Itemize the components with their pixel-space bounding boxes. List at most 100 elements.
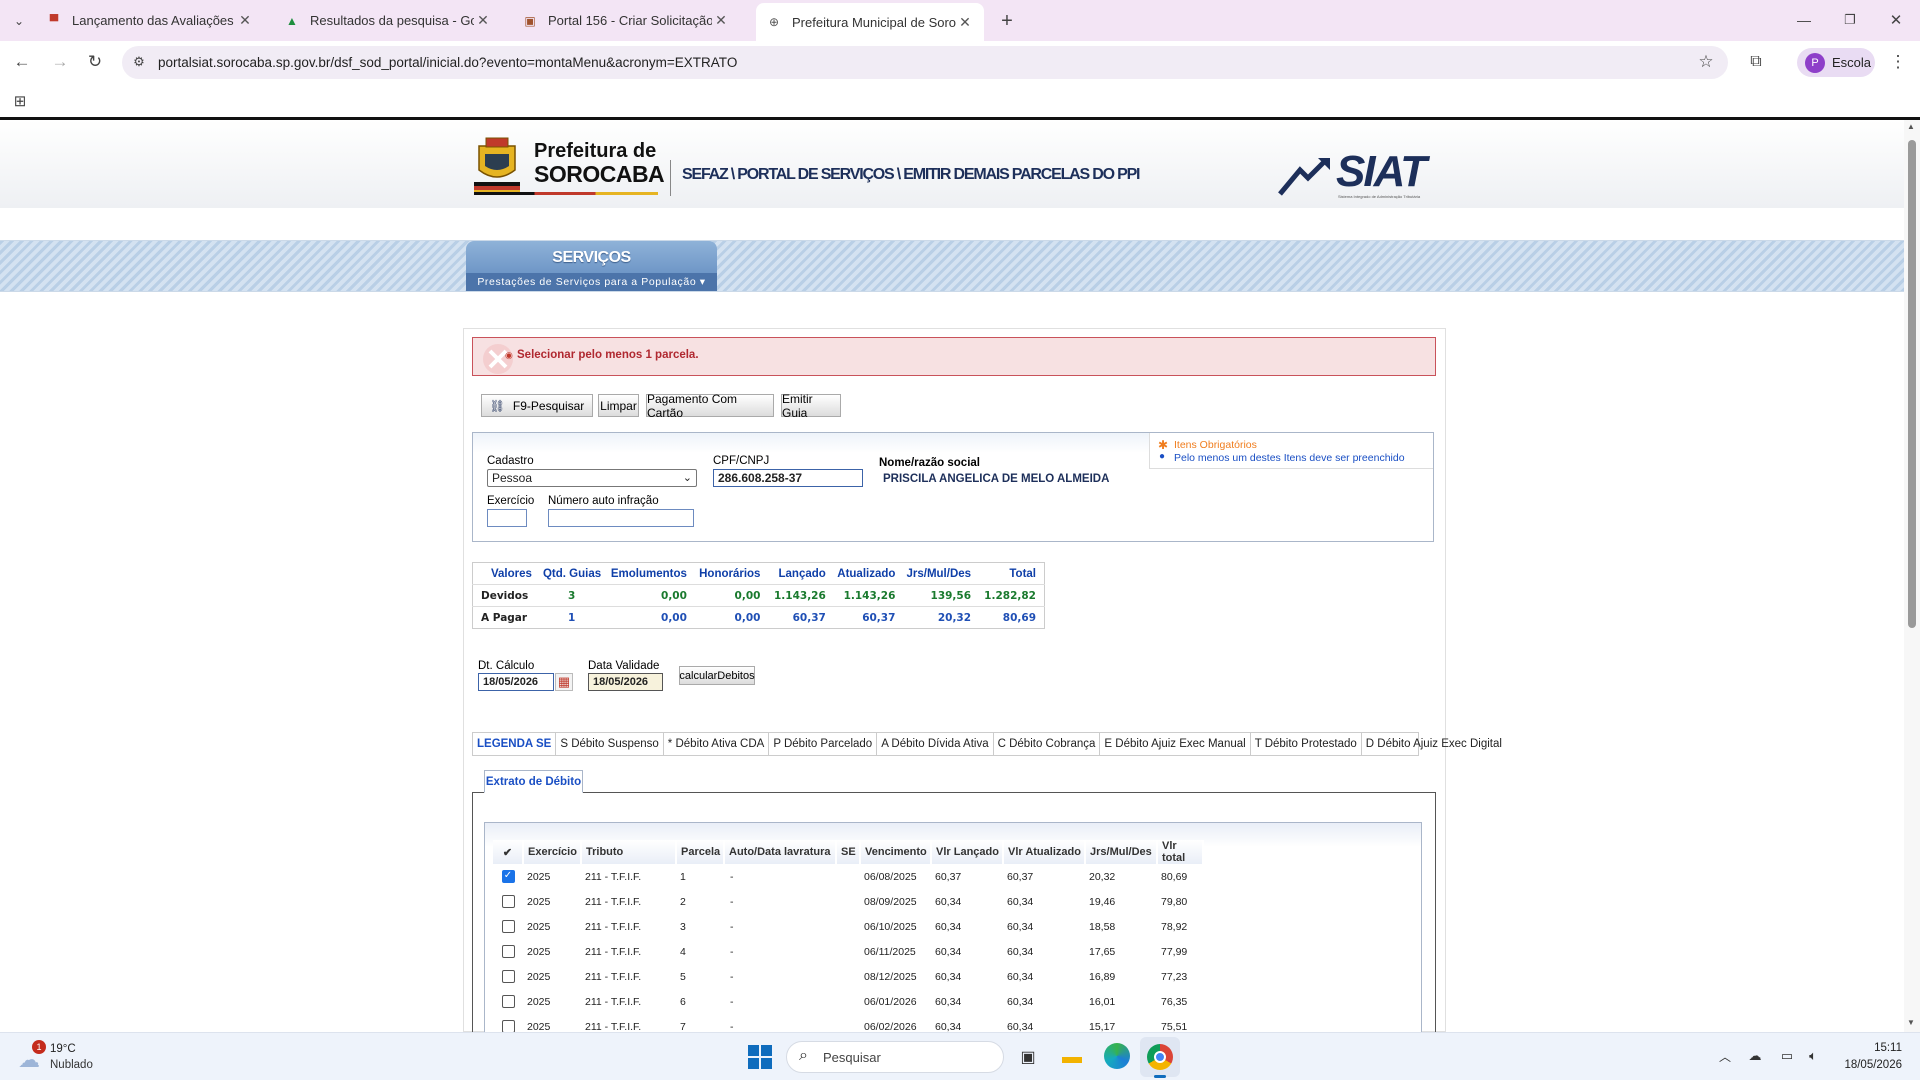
tab-extrato[interactable]: Extrato de Débito (484, 770, 583, 793)
services-menu[interactable]: SERVIÇOS Prestações de Serviços para a P… (466, 241, 717, 291)
summary-cell: 1.143,26 (843, 589, 896, 602)
menu-stripe (0, 240, 1904, 292)
logo-stripe (474, 192, 658, 195)
weather-widget[interactable]: ☁ 1 19°C Nublado (16, 1040, 136, 1075)
table-cell: 3 (680, 920, 686, 933)
scroll-thumb[interactable] (1908, 140, 1916, 628)
start-icon[interactable] (748, 1045, 772, 1069)
search-button[interactable]: ⛓ F9-Pesquisar (481, 394, 593, 417)
reload-icon[interactable]: ↻ (83, 50, 107, 74)
table-row: 2025 211 - T.F.I.F. 4 - 06/11/2025 60,34 60,34… (493, 939, 1203, 964)
tab-close-icon[interactable]: ✕ (712, 12, 730, 29)
cloud-off-icon[interactable]: ☁ (1746, 1047, 1764, 1065)
row-checkbox[interactable] (501, 920, 515, 933)
page-scrollbar[interactable]: ▲ ▼ (1904, 120, 1920, 1032)
extensions-icon[interactable]: ⧉ (1744, 50, 1768, 74)
tab-close-icon[interactable]: ✕ (474, 12, 492, 29)
clear-button[interactable]: Limpar (598, 394, 639, 417)
row-select-cell (493, 964, 523, 989)
table-cell: 2025 (527, 945, 551, 958)
apps-grid-icon[interactable]: ⊞ (10, 91, 30, 111)
scroll-down-icon[interactable]: ▼ (1907, 1018, 1915, 1027)
logo-line2: SOROCABA (534, 161, 665, 187)
emit-guide-label: Emitir Guia (782, 391, 813, 420)
row-checkbox[interactable] (501, 1020, 515, 1032)
dot-icon: ● (1159, 451, 1166, 462)
search-button-label: F9-Pesquisar (512, 398, 585, 413)
tab-close-icon[interactable]: ✕ (236, 12, 254, 29)
table-cell: 20,32 (1089, 870, 1116, 883)
task-view-icon[interactable]: ▣ (1016, 1045, 1040, 1069)
legend-item: D Débito Ajuiz Exec Digital (1365, 738, 1502, 750)
row-checkbox[interactable] (501, 970, 515, 983)
profile-button[interactable]: P Escola (1797, 48, 1875, 77)
row-checkbox[interactable] (501, 995, 515, 1008)
taskbar-search[interactable]: ⌕ Pesquisar (786, 1041, 1004, 1073)
table-cell: 4 (680, 945, 686, 958)
dt-calc-input[interactable]: 18/05/2026 (478, 673, 554, 691)
emit-guide-button[interactable]: Emitir Guia (781, 391, 841, 420)
forward-icon[interactable]: → (48, 50, 72, 74)
row-checkbox[interactable] (501, 895, 515, 908)
scroll-up-icon[interactable]: ▲ (1907, 122, 1915, 131)
table-cell: - (730, 945, 734, 958)
file-explorer-icon[interactable]: ▬ (1058, 1043, 1086, 1071)
tab-1[interactable]: ▀ Lançamento das Avaliações ✕ (36, 4, 264, 37)
network-icon[interactable]: ▭ (1778, 1047, 1796, 1065)
table-cell: 1 (680, 870, 686, 883)
clock-time[interactable]: 15:11 (1838, 1042, 1902, 1054)
minimize-icon[interactable]: — (1792, 8, 1816, 32)
table-row: 2025 211 - T.F.I.F. 5 - 08/12/2025 60,34 60,34… (493, 964, 1203, 989)
summary-header: Honorários (699, 567, 761, 580)
calcular-button[interactable]: calcularDebitos (679, 666, 755, 685)
restore-icon[interactable]: ❐ (1838, 8, 1862, 32)
cadastro-value: Pessoa (492, 471, 533, 485)
address-bar[interactable]: ⚙ portalsiat.sorocaba.sp.gov.br/dsf_sod_… (122, 46, 1728, 79)
site-banner: Prefeitura de SOROCABA SEFAZ \ PORTAL DE… (0, 120, 1904, 208)
menu-dots-icon[interactable]: ⋮ (1886, 50, 1910, 74)
clock-date[interactable]: 18/05/2026 (1830, 1059, 1902, 1071)
back-icon[interactable]: ← (10, 50, 34, 74)
services-title[interactable]: SERVIÇOS (466, 249, 717, 267)
legend-item: T Débito Protestado (1251, 733, 1362, 755)
volume-icon[interactable]: 🔈︎ (1804, 1047, 1822, 1065)
tab-search-icon[interactable]: ⌄ (8, 10, 30, 32)
chevron-up-icon[interactable]: ︿ (1716, 1047, 1734, 1065)
exercicio-input[interactable] (487, 509, 527, 527)
siat-logo: SIAT Sistema Integrado de Administração … (1278, 150, 1446, 202)
table-cell: 17,65 (1089, 945, 1116, 958)
legend-item: A Débito Dívida Ativa (877, 733, 994, 755)
table-cell: 75,51 (1161, 1020, 1188, 1033)
tab-4[interactable]: ⊕ Prefeitura Municipal de Sorocaba✕ (756, 3, 984, 41)
table-cell (836, 964, 860, 989)
bookmark-star-icon[interactable]: ☆ (1696, 52, 1716, 72)
tab-2[interactable]: ▲ Resultados da pesquisa - Google✕ (274, 4, 502, 37)
services-subtitle[interactable]: Prestações de Serviços para a População … (466, 273, 717, 291)
cadastro-select[interactable]: Pessoa ⌄ (487, 469, 697, 487)
auto-input[interactable] (548, 509, 694, 527)
edge-icon[interactable] (1104, 1043, 1130, 1069)
close-window-icon[interactable]: ✕ (1884, 8, 1908, 32)
cpf-input[interactable]: 286.608.258-37 (713, 469, 863, 487)
form-notes: ✱ Itens Obrigatórios ● Pelo menos um des… (1149, 433, 1433, 469)
card-payment-button[interactable]: Pagamento Com Cartão (646, 392, 774, 420)
chrome-taskbar-button[interactable] (1140, 1037, 1180, 1078)
summary-row-label: Devidos (481, 589, 529, 602)
table-cell: 60,34 (1007, 945, 1034, 958)
header-divider (670, 160, 671, 196)
page-breadcrumb: SEFAZ \ PORTAL DE SERVIÇOS \ EMITIR DEMA… (682, 166, 1140, 183)
site-info-icon[interactable]: ⚙ (130, 53, 148, 71)
url-text[interactable]: portalsiat.sorocaba.sp.gov.br/dsf_sod_po… (158, 55, 737, 70)
extrato-header: Tributo (581, 840, 677, 864)
tab-close-icon[interactable]: ✕ (956, 14, 974, 31)
new-tab-icon[interactable]: + (994, 8, 1020, 34)
nome-label: Nome/razão social (879, 457, 980, 469)
legend-bar: LEGENDA SE S Débito Suspenso * Débito Ativ… (472, 732, 1502, 756)
tab-3[interactable]: ▣ Portal 156 - Criar Solicitação ✕ (512, 4, 740, 37)
search-form: Cadastro Pessoa ⌄ CPF/CNPJ 286.608.258-3… (472, 432, 1434, 542)
row-checkbox[interactable] (501, 945, 515, 958)
row-checkbox[interactable]: ✓ (501, 870, 515, 883)
summary-table: Valores Qtd. Guias Emolumentos Honorários La… (472, 562, 1045, 629)
row-select-cell (493, 1014, 523, 1032)
calendar-icon[interactable]: ▦ (555, 673, 573, 691)
